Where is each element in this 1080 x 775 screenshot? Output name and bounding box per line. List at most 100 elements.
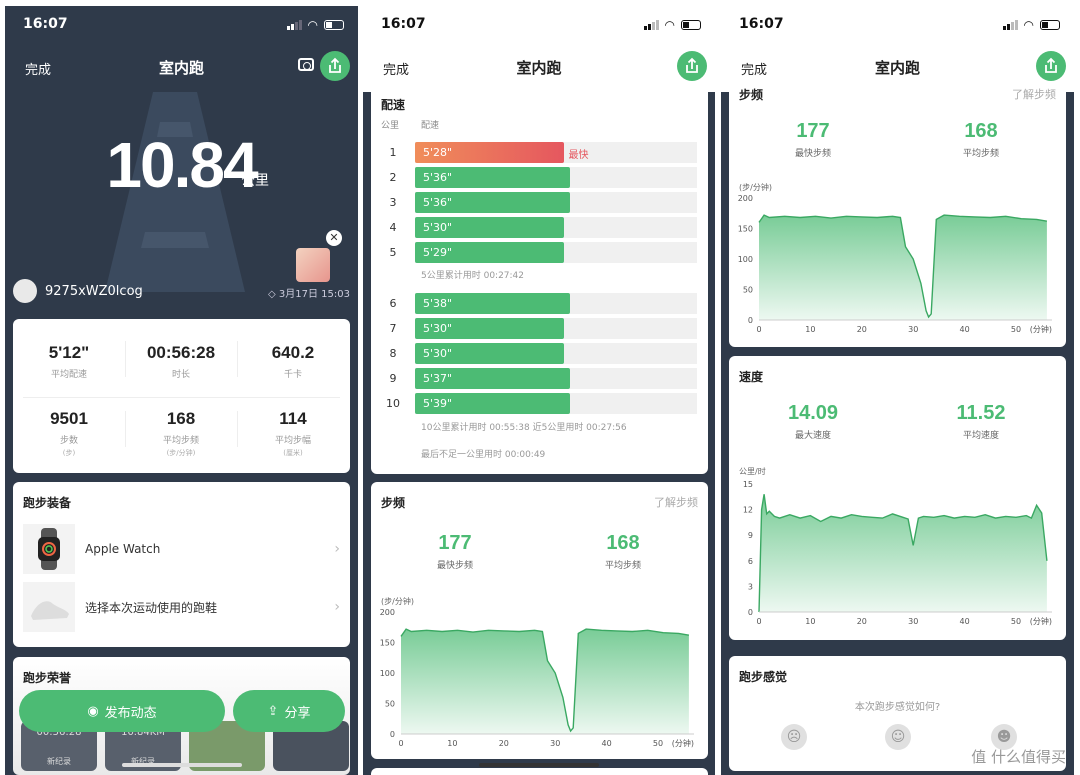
distance-unit: 公里 — [241, 173, 269, 189]
share-icon: ⇪ — [267, 703, 279, 719]
equipment-shoe-row[interactable]: 选择本次运动使用的跑鞋 › — [23, 582, 340, 632]
pace-track: 5'30" — [415, 318, 697, 339]
camera-icon: ◉ — [87, 703, 99, 719]
honor-title: 跑步荣誉 — [23, 671, 72, 685]
phone-pace-screen: 16:07 ◠ 完成 室内跑 配速 公里 配速 1 5'28" 最快 2 5'36" 3 5… — [363, 6, 715, 775]
share-icon-button[interactable] — [1036, 51, 1066, 81]
pace-bar: 5'38" — [415, 293, 571, 314]
wifi-icon: ◠ — [664, 18, 675, 32]
y-tick-label: 100 — [380, 669, 395, 678]
share-icon-button[interactable] — [677, 51, 707, 81]
cadence-chart: 0 50 100 150 200 0 10 20 30 40 50 (分钟) — [738, 194, 1052, 334]
pace-row: 5 5'29" — [371, 242, 708, 263]
pace-note-5km: 5公里累计用时 00:27:42 — [421, 271, 525, 281]
equipment-card: 跑步装备 Apple Watch › 选择本次运动使用的跑鞋 › — [13, 482, 350, 647]
pace-row-km: 10 — [386, 397, 400, 410]
y-tick-label: 0 — [748, 608, 753, 617]
x-tick-label: 20 — [857, 325, 867, 334]
x-tick-label: 0 — [398, 739, 403, 748]
pace-col-pace: 配速 — [421, 121, 440, 131]
pace-row-km: 3 — [389, 196, 397, 209]
status-bar: 16:07 ◠ — [721, 6, 1074, 44]
pace-bar: 5'29" — [415, 242, 565, 263]
series-area — [759, 494, 1047, 612]
share-icon-button[interactable] — [320, 51, 350, 81]
pace-track: 5'39" — [415, 393, 697, 414]
phone-summary-screen: 16:07 ◠ 完成 室内跑 10.84 公里 ✕ 9275xWZ0lcog ◇… — [5, 6, 358, 775]
pace-row-km: 8 — [389, 347, 397, 360]
x-tick-label: 0 — [756, 325, 761, 334]
signal-icon — [286, 20, 302, 30]
neutral-face-icon[interactable]: ☺ — [885, 724, 911, 750]
distance-value: 10.84 — [106, 129, 258, 201]
x-tick-label: 10 — [805, 325, 815, 334]
close-icon[interactable]: ✕ — [326, 230, 342, 246]
y-tick-label: 12 — [743, 506, 753, 515]
user-info[interactable]: 9275xWZ0lcog — [13, 279, 143, 303]
x-axis-unit: (分钟) — [672, 738, 694, 748]
cadence-avg: 168 平均步频 — [604, 532, 641, 571]
status-bar: 16:07 ◠ — [363, 6, 715, 44]
y-tick-label: 50 — [743, 286, 753, 295]
pace-track: 5'30" — [415, 217, 697, 238]
pace-bar: 5'39" — [415, 393, 571, 414]
watermark: 值 什么值得买 — [971, 748, 1066, 766]
pace-row: 1 5'28" 最快 — [371, 142, 708, 163]
speed-avg: 11.52 平均速度 — [956, 402, 1006, 441]
pace-title: 配速 — [381, 98, 406, 112]
tag-icon: ◇ — [268, 289, 276, 300]
pace-row-km: 1 — [389, 146, 397, 159]
pace-row: 7 5'30" — [371, 318, 708, 339]
sad-face-icon[interactable]: ☹ — [781, 724, 807, 750]
x-tick-label: 30 — [908, 617, 918, 626]
cadence-max: 177 最快步频 — [436, 532, 473, 571]
cadence-learn-link[interactable]: 了解步频 — [1012, 86, 1056, 102]
y-tick-label: 150 — [380, 639, 395, 648]
signal-icon — [643, 20, 659, 30]
pace-track: 5'36" — [415, 167, 697, 188]
cadence-avg: 168 平均步频 — [962, 120, 999, 159]
pace-row-km: 9 — [389, 372, 397, 385]
x-tick-label: 20 — [499, 739, 509, 748]
avatar[interactable] — [13, 279, 37, 303]
pace-row-km: 6 — [389, 297, 397, 310]
signal-icon — [1002, 20, 1018, 30]
username: 9275xWZ0lcog — [45, 283, 143, 299]
x-tick-label: 40 — [960, 325, 970, 334]
page-title: 室内跑 — [516, 59, 562, 77]
pace-bar-label: 5'36" — [423, 171, 453, 184]
x-tick-label: 30 — [908, 325, 918, 334]
feeling-title: 跑步感觉 — [739, 670, 788, 684]
speed-max: 14.09 最大速度 — [787, 402, 839, 441]
pace-bar-label: 5'30" — [423, 347, 453, 360]
post-update-button[interactable]: ◉ 发布动态 — [19, 690, 225, 732]
pace-row-km: 5 — [389, 246, 397, 259]
pace-bar-label: 5'30" — [423, 221, 453, 234]
stats-card: 5'12" 平均配速 00:56:28 时长 640.2 千卡 9501 步数 (步) 1… — [13, 319, 350, 473]
run-datetime: ◇ 3月17日 15:03 — [268, 289, 350, 300]
promo-thumbnail[interactable] — [296, 248, 330, 282]
pace-row-km: 7 — [389, 322, 397, 335]
pace-track: 5'38" — [415, 293, 697, 314]
share-button[interactable]: ⇪ 分享 — [233, 690, 345, 732]
pace-row-km: 4 — [389, 221, 397, 234]
watch-icon — [23, 524, 75, 574]
battery-icon — [681, 20, 701, 30]
battery-icon — [1040, 20, 1060, 30]
x-axis-unit: (分钟) — [1030, 616, 1052, 626]
shoe-icon — [23, 582, 75, 632]
camera-icon[interactable] — [298, 58, 314, 71]
y-tick-label: 150 — [738, 225, 753, 234]
x-tick-label: 40 — [960, 617, 970, 626]
cadence-chart: 0 50 100 150 200 0 10 20 30 40 50 (分钟) — [380, 608, 694, 748]
pace-bar: 5'36" — [415, 192, 571, 213]
pace-row: 4 5'30" — [371, 217, 708, 238]
cadence-learn-link[interactable]: 了解步频 — [654, 494, 698, 510]
speed-title: 速度 — [739, 370, 764, 384]
phone-charts-screen: 16:07 ◠ 完成 室内跑 步频 了解步频 177 最快步频 168 平均步频 (… — [721, 6, 1074, 775]
pace-bar-label: 5'29" — [423, 246, 453, 259]
pace-bar: 5'30" — [415, 217, 565, 238]
equipment-watch-row[interactable]: Apple Watch › — [23, 524, 340, 574]
pace-bar-label: 5'36" — [423, 196, 453, 209]
fastest-tag: 最快 — [568, 150, 589, 161]
